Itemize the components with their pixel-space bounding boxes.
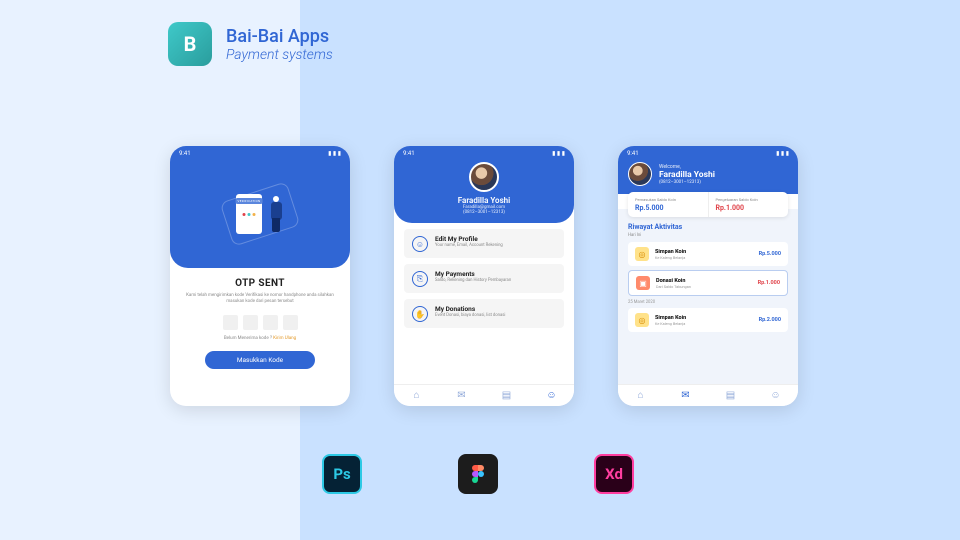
- person-icon: ☺: [412, 236, 428, 252]
- menu-title: My Donations: [435, 305, 505, 313]
- phone-otp: 9:41 ▮ ▮ ▮ VERIFICATION OTP SENT Kami te…: [170, 146, 350, 406]
- otp-digit-2[interactable]: [243, 315, 258, 330]
- balance-in-value: Rp.5.000: [635, 204, 701, 212]
- adobe-xd-icon: Xd: [594, 454, 634, 494]
- bottom-nav: ⌂ ✉ ▤ ☺: [618, 384, 798, 406]
- status-bar: 9:41 ▮ ▮ ▮: [394, 146, 574, 160]
- activity-sub: Ke Kaleng Belanja: [655, 255, 753, 260]
- nav-home-icon[interactable]: ⌂: [635, 390, 647, 402]
- otp-content: OTP SENT Kami telah mengirimkan kode Ver…: [170, 268, 350, 406]
- activity-amount: Rp.5.000: [759, 251, 781, 257]
- activity-amount: Rp.2.000: [759, 317, 781, 323]
- coin-in-icon: ◎: [635, 247, 649, 261]
- coin-in-icon: ◎: [635, 313, 649, 327]
- nav-doc-icon[interactable]: ▤: [725, 390, 737, 402]
- activity-item[interactable]: ◎ Simpan Koin Ke Kaleng Belanja Rp.2.000: [628, 308, 788, 332]
- verification-tag: VERIFICATION: [236, 198, 263, 204]
- design-tools-row: Ps Xd: [322, 454, 634, 494]
- home-hero: Welcome, Faradilla Yoshi (0812–3001–1231…: [618, 160, 798, 194]
- header-text: Bai-Bai Apps Payment systems: [226, 26, 333, 63]
- nav-mail-icon[interactable]: ✉: [456, 390, 468, 402]
- activity-section-sub: Hari Ini: [628, 233, 788, 238]
- person-illustration: [268, 194, 284, 234]
- app-name: Bai-Bai Apps: [226, 26, 333, 47]
- nav-home-icon[interactable]: ⌂: [411, 390, 423, 402]
- activity-section-title: Riwayat Aktivitas: [628, 223, 788, 231]
- coin-out-icon: ▣: [636, 276, 650, 290]
- nav-doc-icon[interactable]: ▤: [501, 390, 513, 402]
- balance-in[interactable]: Pemasukan Saldo Koin Rp.5.000: [628, 192, 709, 217]
- resend-row: Belum Menerima kode ? Kirim Ulang: [224, 336, 296, 341]
- menu-sub: Your name, Email, Account Rekening: [435, 243, 503, 248]
- profile-phone: (0812–3001–12313): [394, 210, 574, 215]
- menu-sub: Event Donasi, biaya donasi, list donasi: [435, 313, 505, 318]
- menu-edit-profile[interactable]: ☺ Edit My Profile Your name, Email, Acco…: [404, 229, 564, 258]
- welcome-label: Welcome,: [659, 164, 715, 170]
- balance-card: Pemasukan Saldo Koin Rp.5.000 Pengeluara…: [628, 192, 788, 217]
- phone-home: 9:41 ▮ ▮ ▮ Welcome, Faradilla Yoshi (081…: [618, 146, 798, 406]
- status-bar: 9:41 ▮ ▮ ▮: [170, 146, 350, 160]
- nav-profile-icon[interactable]: ☺: [546, 390, 558, 402]
- figma-icon: [458, 454, 498, 494]
- activity-sub: Ke Kaleng Belanja: [655, 321, 753, 326]
- nav-mail-icon[interactable]: ✉: [680, 390, 692, 402]
- photoshop-icon: Ps: [322, 454, 362, 494]
- app-subtitle: Payment systems: [226, 47, 333, 63]
- phones-row: 9:41 ▮ ▮ ▮ VERIFICATION OTP SENT Kami te…: [170, 146, 798, 406]
- balance-in-label: Pemasukan Saldo Koin: [635, 197, 701, 202]
- home-user-phone: (0812–3001–12313): [659, 180, 715, 185]
- balance-out-label: Pengeluaran Saldo Koin: [716, 197, 782, 202]
- otp-description: Kami telah mengirimkan kode Verifikasi k…: [184, 293, 336, 305]
- otp-digit-4[interactable]: [283, 315, 298, 330]
- otp-title: OTP SENT: [235, 278, 285, 289]
- app-logo: B: [168, 22, 212, 66]
- balance-out[interactable]: Pengeluaran Saldo Koin Rp.1.000: [709, 192, 789, 217]
- status-time: 9:41: [179, 150, 191, 157]
- menu-title: Edit My Profile: [435, 235, 503, 243]
- profile-menu: ☺ Edit My Profile Your name, Email, Acco…: [394, 223, 574, 334]
- otp-hero: VERIFICATION: [170, 160, 350, 268]
- phone-profile: 9:41 ▮ ▮ ▮ Faradilla Yoshi Faradilla@gma…: [394, 146, 574, 406]
- status-icons: ▮ ▮ ▮: [776, 150, 789, 157]
- avatar[interactable]: [469, 162, 499, 192]
- page-header: B Bai-Bai Apps Payment systems: [168, 22, 333, 66]
- nav-profile-icon[interactable]: ☺: [770, 390, 782, 402]
- activity-item[interactable]: ▣ Donasi Koin Dari Saldo Tabungan Rp.1.0…: [628, 270, 788, 296]
- bottom-nav: ⌂ ✉ ▤ ☺: [394, 384, 574, 406]
- avatar[interactable]: [628, 162, 652, 186]
- status-time: 9:41: [403, 150, 415, 157]
- menu-my-donations[interactable]: ✋ My Donations Event Donasi, biaya donas…: [404, 299, 564, 328]
- otp-digit-1[interactable]: [223, 315, 238, 330]
- activity-item[interactable]: ◎ Simpan Koin Ke Kaleng Belanja Rp.5.000: [628, 242, 788, 266]
- activity-date: 25 Maret 2020: [628, 300, 788, 305]
- submit-code-button[interactable]: Masukkan Kode: [205, 351, 315, 369]
- activity-sub: Dari Saldo Tabungan: [656, 284, 752, 289]
- verification-dots: [243, 213, 256, 216]
- otp-input-group: [223, 315, 298, 330]
- status-bar: 9:41 ▮ ▮ ▮: [618, 146, 798, 160]
- donation-icon: ✋: [412, 306, 428, 322]
- home-user-name: Faradilla Yoshi: [659, 170, 715, 180]
- profile-hero: Faradilla Yoshi Faradilla@gmail.com (081…: [394, 160, 574, 223]
- activity-body: Riwayat Aktivitas Hari Ini ◎ Simpan Koin…: [618, 209, 798, 406]
- menu-sub: Saldo, Rekening dan History Pembayaran: [435, 278, 511, 283]
- verification-card-illustration: VERIFICATION: [236, 194, 262, 234]
- menu-my-payments[interactable]: ⎘ My Payments Saldo, Rekening dan Histor…: [404, 264, 564, 293]
- status-time: 9:41: [627, 150, 639, 157]
- resend-link[interactable]: Kirim Ulang: [273, 336, 296, 341]
- wallet-icon: ⎘: [412, 271, 428, 287]
- resend-label: Belum Menerima kode ?: [224, 336, 272, 341]
- menu-title: My Payments: [435, 270, 511, 278]
- balance-out-value: Rp.1.000: [716, 204, 782, 212]
- activity-amount: Rp.1.000: [758, 280, 780, 286]
- status-icons: ▮ ▮ ▮: [552, 150, 565, 157]
- profile-name: Faradilla Yoshi: [394, 196, 574, 205]
- status-icons: ▮ ▮ ▮: [328, 150, 341, 157]
- otp-digit-3[interactable]: [263, 315, 278, 330]
